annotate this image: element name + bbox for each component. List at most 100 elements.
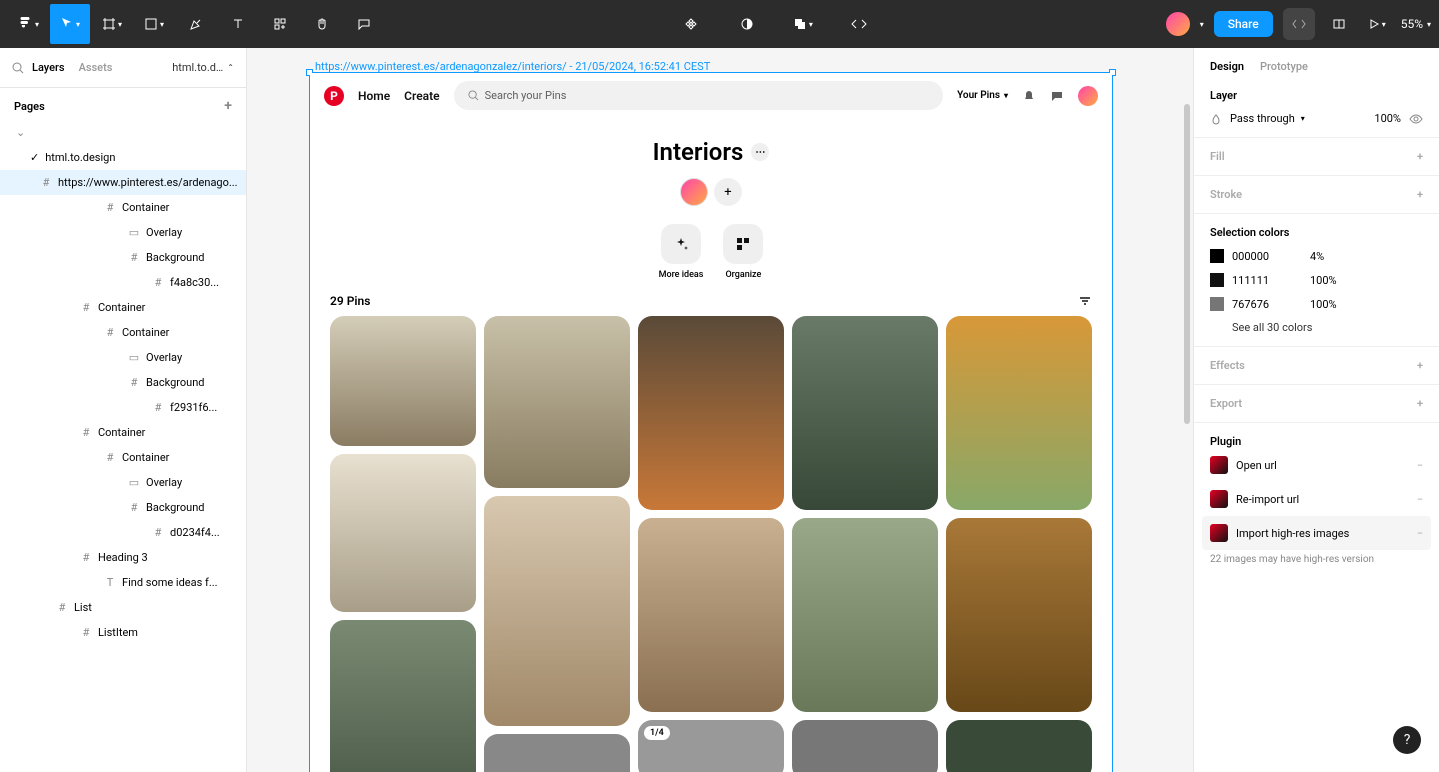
page-item[interactable]: ⌄ <box>0 120 246 145</box>
boolean-button[interactable]: ▾ <box>783 4 823 44</box>
search-icon <box>468 90 479 101</box>
layer-row[interactable]: #d0234f4... <box>0 520 246 545</box>
share-button[interactable]: Share <box>1214 11 1273 37</box>
pen-tool[interactable] <box>176 4 216 44</box>
page-item[interactable]: ✓html.to.design <box>0 145 246 170</box>
design-tab[interactable]: Design <box>1210 60 1244 73</box>
pin-count-badge: 1/4 <box>644 726 670 740</box>
user-avatar[interactable] <box>1166 12 1190 36</box>
your-pins-dropdown: Your Pins ▾ <box>957 90 1008 101</box>
see-all-colors-link[interactable]: See all 30 colors <box>1232 321 1312 334</box>
frame-icon: # <box>80 552 92 564</box>
plugin-open-url[interactable]: Open url− <box>1210 448 1423 482</box>
layer-row[interactable]: #Container <box>0 420 246 445</box>
add-page-button[interactable]: + <box>224 98 232 114</box>
layer-row[interactable]: #Container <box>0 295 246 320</box>
layer-row[interactable]: ▭Overlay <box>0 470 246 495</box>
dev-toggle-button[interactable] <box>1283 8 1315 40</box>
code-icon <box>1292 18 1306 30</box>
bell-icon <box>1022 89 1036 103</box>
layer-row[interactable]: TFind some ideas f... <box>0 570 246 595</box>
main-menu-button[interactable]: ▾ <box>8 4 48 44</box>
layers-tab[interactable]: Layers <box>32 61 65 74</box>
color-swatch <box>1210 273 1224 287</box>
cursor-icon <box>60 17 74 31</box>
add-fill-button[interactable]: + <box>1417 150 1423 163</box>
page-dropdown[interactable]: html.to.d… ⌃ <box>172 61 234 74</box>
eye-icon[interactable] <box>1409 114 1423 124</box>
search-icon[interactable] <box>12 62 24 74</box>
canvas[interactable]: https://www.pinterest.es/ardenagonzalez/… <box>247 48 1193 772</box>
figma-logo-icon <box>17 16 33 32</box>
plugin-icon <box>1210 456 1228 474</box>
text-icon <box>231 17 245 31</box>
zoom-control[interactable]: 55%▾ <box>1401 17 1431 31</box>
layer-row[interactable]: #f2931f6... <box>0 395 246 420</box>
frame-icon: # <box>152 402 164 414</box>
layer-frame-selected[interactable]: # https://www.pinterest.es/ardenago... <box>0 170 246 195</box>
add-export-button[interactable]: + <box>1417 397 1423 410</box>
frame-icon: # <box>152 527 164 539</box>
pin-count: 29 Pins <box>330 294 370 308</box>
half-circle-icon <box>740 17 754 31</box>
layer-row[interactable]: #Background <box>0 370 246 395</box>
layer-tree[interactable]: #Container▭Overlay#Background#f4a8c30...… <box>0 195 246 772</box>
frame-tool[interactable]: ▾ <box>92 4 132 44</box>
play-icon <box>1368 18 1380 30</box>
pin-image <box>792 316 938 510</box>
layer-row[interactable]: #Background <box>0 245 246 270</box>
author-avatar <box>680 178 708 206</box>
plugin-icon <box>1210 524 1228 542</box>
pin-image <box>792 720 938 772</box>
layer-row[interactable]: #Container <box>0 445 246 470</box>
library-button[interactable] <box>1325 4 1353 44</box>
pin-image <box>946 720 1092 772</box>
layer-row[interactable]: #f4a8c30... <box>0 270 246 295</box>
layer-row[interactable]: #List <box>0 595 246 620</box>
comment-tool[interactable] <box>344 4 384 44</box>
resources-tool[interactable] <box>260 4 300 44</box>
plugin-note: 22 images may have high-res version <box>1210 554 1423 565</box>
more-button: ⋯ <box>751 143 769 161</box>
layer-row[interactable]: #Background <box>0 495 246 520</box>
color-row[interactable]: 767676100% <box>1210 297 1423 311</box>
color-row[interactable]: 0000004% <box>1210 249 1423 263</box>
layer-row[interactable]: ▭Overlay <box>0 220 246 245</box>
layer-row[interactable]: #ListItem <box>0 620 246 645</box>
pin-image <box>484 316 630 488</box>
pin-image <box>792 518 938 712</box>
hand-tool[interactable] <box>302 4 342 44</box>
layer-row[interactable]: #Container <box>0 195 246 220</box>
plugin-import-highres[interactable]: Import high-res images− <box>1202 516 1431 550</box>
dev-mode-button[interactable] <box>839 4 879 44</box>
opacity-value[interactable]: 100% <box>1374 112 1401 125</box>
rect-icon: ▭ <box>128 227 140 239</box>
nav-create: Create <box>404 89 439 103</box>
layer-row[interactable]: #Heading 3 <box>0 545 246 570</box>
assets-tab[interactable]: Assets <box>79 61 113 74</box>
add-effect-button[interactable]: + <box>1417 359 1423 372</box>
scrollbar-thumb[interactable] <box>1184 104 1190 424</box>
blend-mode-dropdown[interactable]: Pass through ▾ <box>1230 112 1305 125</box>
plugin-reimport-url[interactable]: Re-import url− <box>1210 482 1423 516</box>
board-title: Interiors <box>653 138 744 166</box>
layer-row[interactable]: ▭Overlay <box>0 345 246 370</box>
prototype-tab[interactable]: Prototype <box>1260 60 1308 73</box>
code-icon <box>851 18 867 30</box>
pinterest-page: P Home Create Search your Pins Your Pins… <box>310 73 1112 772</box>
frame-icon: # <box>80 427 92 439</box>
user-avatar <box>1078 86 1098 106</box>
layer-row[interactable]: #Container <box>0 320 246 345</box>
pin-image <box>638 316 784 510</box>
pin-image <box>484 496 630 726</box>
help-button[interactable]: ? <box>1393 726 1421 754</box>
color-row[interactable]: 111111100% <box>1210 273 1423 287</box>
text-tool[interactable] <box>218 4 258 44</box>
component-icon-button[interactable] <box>671 4 711 44</box>
add-stroke-button[interactable]: + <box>1417 188 1423 201</box>
mask-button[interactable] <box>727 4 767 44</box>
top-toolbar: ▾ ▾ ▾ ▾ ▾ ▾ Share ▾ 55%▾ <box>0 0 1439 48</box>
present-button[interactable]: ▾ <box>1363 4 1391 44</box>
shape-tool[interactable]: ▾ <box>134 4 174 44</box>
move-tool[interactable]: ▾ <box>50 4 90 44</box>
